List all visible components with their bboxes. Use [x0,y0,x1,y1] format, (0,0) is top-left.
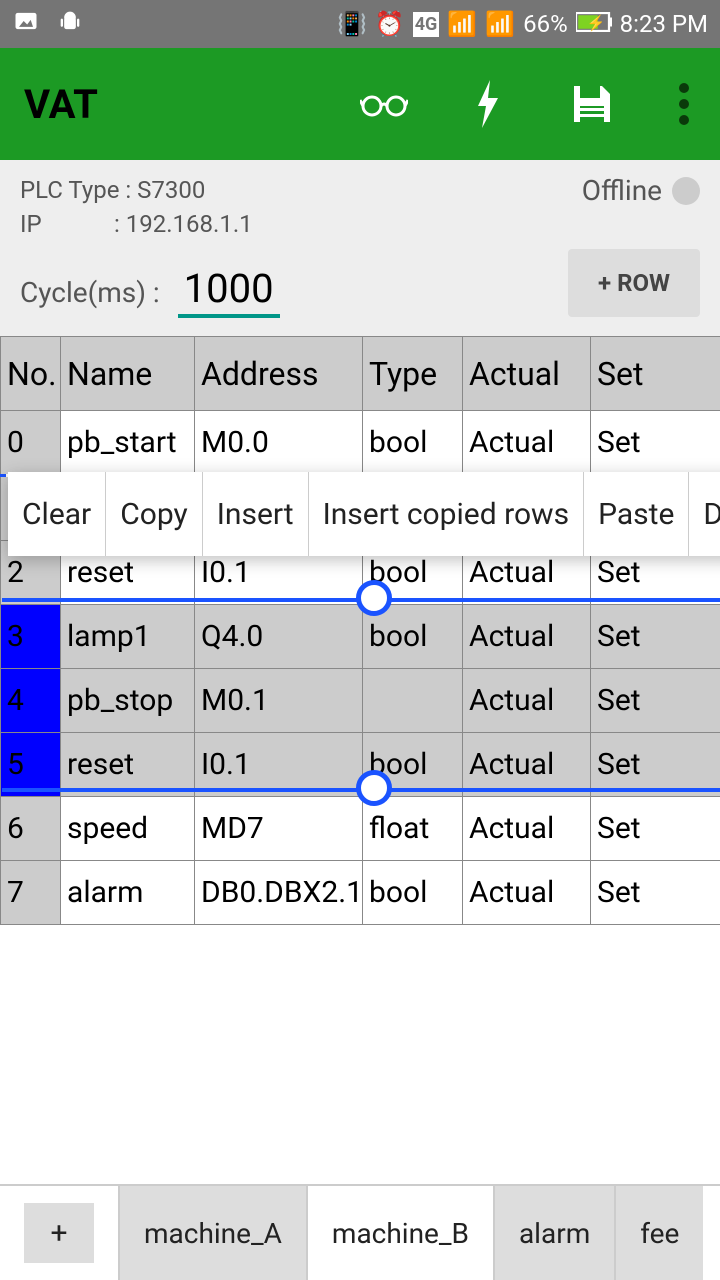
status-dot-icon [672,177,700,205]
table-cell[interactable]: Set [591,411,720,476]
bottom-tabs: + machine_A machine_B alarm fee [0,1184,720,1280]
tab-feed[interactable]: fee [616,1186,703,1280]
table-cell[interactable]: 6 [1,797,61,861]
table-cell[interactable]: alarm [61,861,195,925]
table-cell[interactable]: Set [591,605,720,669]
ctx-delete[interactable]: Delete [689,472,720,556]
ctx-paste[interactable]: Paste [584,472,689,556]
status-left [12,7,84,41]
ctx-clear[interactable]: Clear [8,472,106,556]
app-title: VAT [24,81,98,128]
table-cell[interactable]: bool [363,861,463,925]
table-cell[interactable]: DB0.DBX2.1 [195,861,363,925]
table-cell[interactable] [363,669,463,733]
table-row[interactable]: 7alarmDB0.DBX2.1boolActualSet [1,861,720,925]
table-cell[interactable]: 5 [1,733,61,797]
table-cell[interactable]: Actual [463,861,591,925]
table-cell[interactable]: lamp1 [61,605,195,669]
table-cell[interactable]: Set [591,733,720,797]
table-cell[interactable]: Actual [463,669,591,733]
battery-pct: 66% [523,10,568,38]
table-cell[interactable]: I0.1 [195,733,363,797]
table-cell[interactable]: Set [591,861,720,925]
ip-line: IP: 192.168.1.1 [20,208,253,242]
table-cell[interactable]: 7 [1,861,61,925]
table-cell[interactable]: 4 [1,669,61,733]
tab-machine-b[interactable]: machine_B [308,1186,495,1280]
selection-bottom-handle[interactable] [356,770,392,806]
glasses-icon[interactable] [360,80,408,128]
signal2-icon: 📶 [485,10,515,38]
col-name[interactable]: Name [61,337,195,411]
ctx-insert[interactable]: Insert [203,472,309,556]
table-cell[interactable]: 3 [1,605,61,669]
table-cell[interactable]: Actual [463,605,591,669]
info-panel: PLC Type : S7300 IP: 192.168.1.1 Offline… [0,160,720,336]
table-row[interactable]: 6speedMD7floatActualSet [1,797,720,861]
variable-table-wrap: No. Name Address Type Actual Set 0pb_sta… [0,336,720,925]
picture-icon [12,7,40,41]
col-set[interactable]: Set [591,337,720,411]
network-type: 4G [413,12,440,37]
status-time: 8:23 PM [620,10,708,38]
table-cell[interactable]: speed [61,797,195,861]
table-header-row: No. Name Address Type Actual Set [1,337,720,411]
table-cell[interactable]: Actual [463,411,591,476]
overflow-icon[interactable] [672,80,696,128]
table-cell[interactable]: Set [591,797,720,861]
tab-alarm[interactable]: alarm [495,1186,616,1280]
add-row-button[interactable]: + ROW [568,249,700,317]
cycle-label: Cycle(ms) : [20,276,160,309]
status-right: 📳 ⏰ 4G 📶 📶 66% ⚡ 8:23 PM [337,10,708,38]
android-status-bar: 📳 ⏰ 4G 📶 📶 66% ⚡ 8:23 PM [0,0,720,48]
alarm-icon: ⏰ [375,10,405,38]
table-cell[interactable]: Actual [463,797,591,861]
android-icon [56,7,84,41]
ctx-copy[interactable]: Copy [106,472,203,556]
table-cell[interactable]: pb_stop [61,669,195,733]
selection-top-handle[interactable] [356,580,392,616]
tab-add[interactable]: + [0,1186,120,1280]
variable-table: No. Name Address Type Actual Set 0pb_sta… [0,336,720,925]
table-cell[interactable]: Actual [463,733,591,797]
tab-machine-a[interactable]: machine_A [120,1186,308,1280]
table-cell[interactable]: bool [363,411,463,476]
table-row[interactable]: 4pb_stopM0.1 ActualSet [1,669,720,733]
table-cell[interactable]: 0 [1,411,61,476]
col-no[interactable]: No. [1,337,61,411]
ctx-insert-copied[interactable]: Insert copied rows [309,472,585,556]
table-cell[interactable]: Set [591,669,720,733]
table-cell[interactable]: M0.0 [195,411,363,476]
bolt-icon[interactable] [464,80,512,128]
save-icon[interactable] [568,80,616,128]
col-address[interactable]: Address [195,337,363,411]
cycle-input[interactable]: 1000 [178,265,280,318]
col-actual[interactable]: Actual [463,337,591,411]
table-cell[interactable]: MD7 [195,797,363,861]
table-row[interactable]: 3lamp1Q4.0boolActualSet [1,605,720,669]
signal1-icon: 📶 [447,10,477,38]
context-toolbar: Clear Copy Insert Insert copied rows Pas… [8,472,720,556]
battery-icon: ⚡ [576,10,612,38]
svg-text:⚡: ⚡ [586,14,605,32]
table-cell[interactable]: reset [61,733,195,797]
plc-type-line: PLC Type : S7300 [20,174,253,208]
plus-icon: + [24,1203,94,1263]
table-row[interactable]: 0pb_startM0.0boolActualSet [1,411,720,476]
table-cell[interactable]: float [363,797,463,861]
table-cell[interactable]: M0.1 [195,669,363,733]
table-cell[interactable]: pb_start [61,411,195,476]
connection-status: Offline [582,174,700,207]
col-type[interactable]: Type [363,337,463,411]
app-bar: VAT [0,48,720,160]
vibrate-icon: 📳 [337,10,367,38]
table-cell[interactable]: Q4.0 [195,605,363,669]
